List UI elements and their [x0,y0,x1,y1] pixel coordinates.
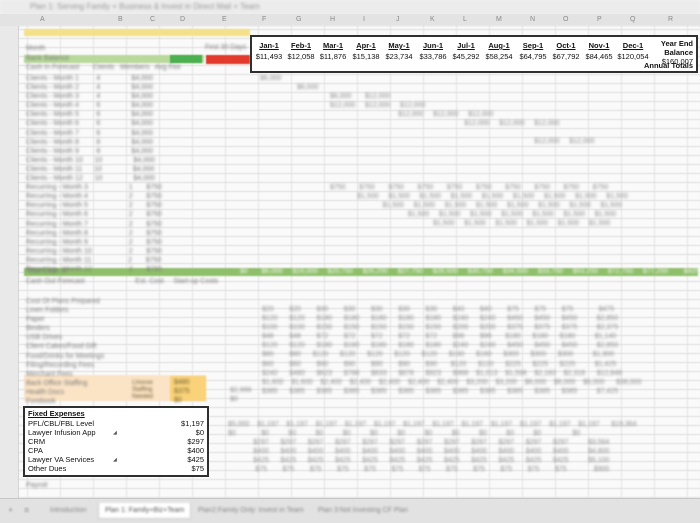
month-balance: $15,138 [352,52,380,61]
expense-label: PFL/CBL/FBL Level [28,419,95,428]
balance-label: Balance [664,48,693,57]
blurred-values: Choose Staffing Needed [132,380,154,400]
row-header-bar[interactable] [0,26,19,498]
fixed-expense-row[interactable]: Other Dues $75 [28,464,204,473]
expense-value: $75 [191,464,204,473]
blurred-labels: Cash Out Forecast Est. Cost Start-up Cos… [26,278,219,285]
month-sep[interactable]: Sep-1 $64,795 [516,41,550,61]
fixed-expense-row[interactable]: Lawyer VA Services ◢ $425 [28,455,204,464]
blurred-values: $6,000 $6,000 $6,000 $12,000 [260,75,391,101]
expense-label: Lawyer VA Services [28,455,95,464]
expense-label: CPA [28,446,43,455]
expense-value: $400 [187,446,204,455]
month-balance: $84,465 [585,52,613,61]
month-label: Feb-1 [290,41,311,50]
month-mar[interactable]: Mar-1 $11,876 [316,41,350,61]
expense-label: Other Dues [28,464,67,473]
expense-value: $297 [187,437,204,446]
month-balance: $11,493 [255,52,283,61]
fixed-expenses-panel: Fixed Expenses PFL/CBL/FBL Level $1,197 … [23,406,209,477]
month-label: Oct-1 [556,41,576,50]
blurred-labels: Payroll [26,482,48,489]
month-balance: $11,876 [319,52,347,61]
tab-plan-2[interactable]: Plan2:Family Only: Invest in Team [192,503,310,519]
window-title: Plan 1: Serving Family + Business & Inve… [0,0,700,14]
month-jul[interactable]: Jul-1 $45,292 [449,41,483,61]
blurred-values: $480 $375 $0 [174,379,190,404]
month-label: Nov-1 [588,41,610,50]
fixed-expenses-title: Fixed Expenses [28,409,85,418]
blurred-labels: Clients - Month 1 4 $4,000 Clients - Mon… [26,75,162,273]
month-jan[interactable]: Jan-1 $11,493 [252,41,286,61]
spreadsheet-window: Plan 1: Serving Family + Business & Inve… [0,0,700,523]
blurred-values: $12,000 $12,000 $12,000 $12,000 $12,000 … [330,102,595,146]
month-label: Mar-1 [322,41,343,50]
month-label: May-1 [388,41,410,50]
tab-plan-3[interactable]: Plan 3:Not Investing CF Plan [312,503,414,519]
month-balance: $58,254 [485,52,513,61]
month-balance: $33,786 [419,52,447,61]
month-may[interactable]: May-1 $23,734 [382,41,416,61]
fixed-expense-row[interactable]: Lawyer Infusion App ◢ $0 [28,428,204,437]
red-indicator-cell [206,55,250,64]
blurred-labels: Total Cash In [26,268,67,275]
month-label: Jul-1 [457,41,475,50]
month-label: Jan-1 [259,41,279,50]
blurred-values: $0 $6,000 $16,000 $20,750 $26,250 $27,75… [240,268,700,275]
expense-label: CRM [28,437,46,446]
monthly-balance-summary: Jan-1 $11,493 Feb-1 $12,058 Mar-1 $11,87… [250,35,698,73]
title-band [24,29,250,36]
expense-value: $1,197 [181,419,204,428]
expense-value: $0 [195,428,204,437]
month-apr[interactable]: Apr-1 $15,138 [349,41,383,61]
month-nov[interactable]: Nov-1 $84,465 [582,41,616,61]
tab-plan-1[interactable]: Plan 1: Family+Biz+Team [98,503,192,519]
blurred-labels: Month [26,45,46,52]
blurred-values: $5,000 $1,197 $1,197 $1,197 $1,197 $1,19… [228,421,637,474]
month-jun[interactable]: Jun-1 $33,786 [416,41,450,61]
month-label: Sep-1 [522,41,544,50]
fixed-expense-row[interactable]: PFL/CBL/FBL Level $1,197 [28,419,204,428]
blurred-labels: Cost Of Plans Prepared Linen Folders Paper… [26,298,105,406]
expense-label: Lawyer Infusion App [28,428,96,437]
month-label: Jun-1 [422,41,443,50]
blurred-labels: Cash In Forecast Clients Members Avg Fee [26,64,181,71]
year-end-label: Year End [660,39,693,48]
month-balance: $64,795 [519,52,547,61]
add-sheet-icon[interactable]: + [8,505,13,515]
month-label: Aug-1 [488,41,510,50]
tab-introduction[interactable]: Introduction [44,503,93,519]
sheet-tab-bar: + ≡ Introduction Plan 1: Family+Biz+Team… [0,498,700,523]
annual-totals-label: Annual Totals [643,61,693,70]
fixed-expense-row[interactable]: CPA $400 [28,446,204,455]
expense-value: $425 [187,455,204,464]
month-balance: $45,292 [452,52,480,61]
month-balance: $12,058 [287,52,315,61]
all-sheets-menu-icon[interactable]: ≡ [24,505,29,515]
blurred-values: First 30 Days [205,44,247,51]
month-feb[interactable]: Feb-1 $12,058 [284,41,318,61]
blurred-values: $20 $20 $30 $30 $30 $30 $30 $40 $40 $75 … [262,306,642,395]
blurred-labels: Bank Balance [26,55,70,62]
month-oct[interactable]: Oct-1 $67,792 [549,41,583,61]
month-label: Apr-1 [356,41,376,50]
blurred-values: $2,999 $0 [230,387,252,404]
green-indicator-cell [170,55,202,63]
month-aug[interactable]: Aug-1 $58,254 [482,41,516,61]
fixed-expense-row[interactable]: CRM $297 [28,437,204,446]
month-balance: $67,792 [552,52,580,61]
blurred-values: $750 $750 $750 $750 $750 $750 $750 $750 … [330,184,628,228]
month-balance: $23,734 [385,52,413,61]
